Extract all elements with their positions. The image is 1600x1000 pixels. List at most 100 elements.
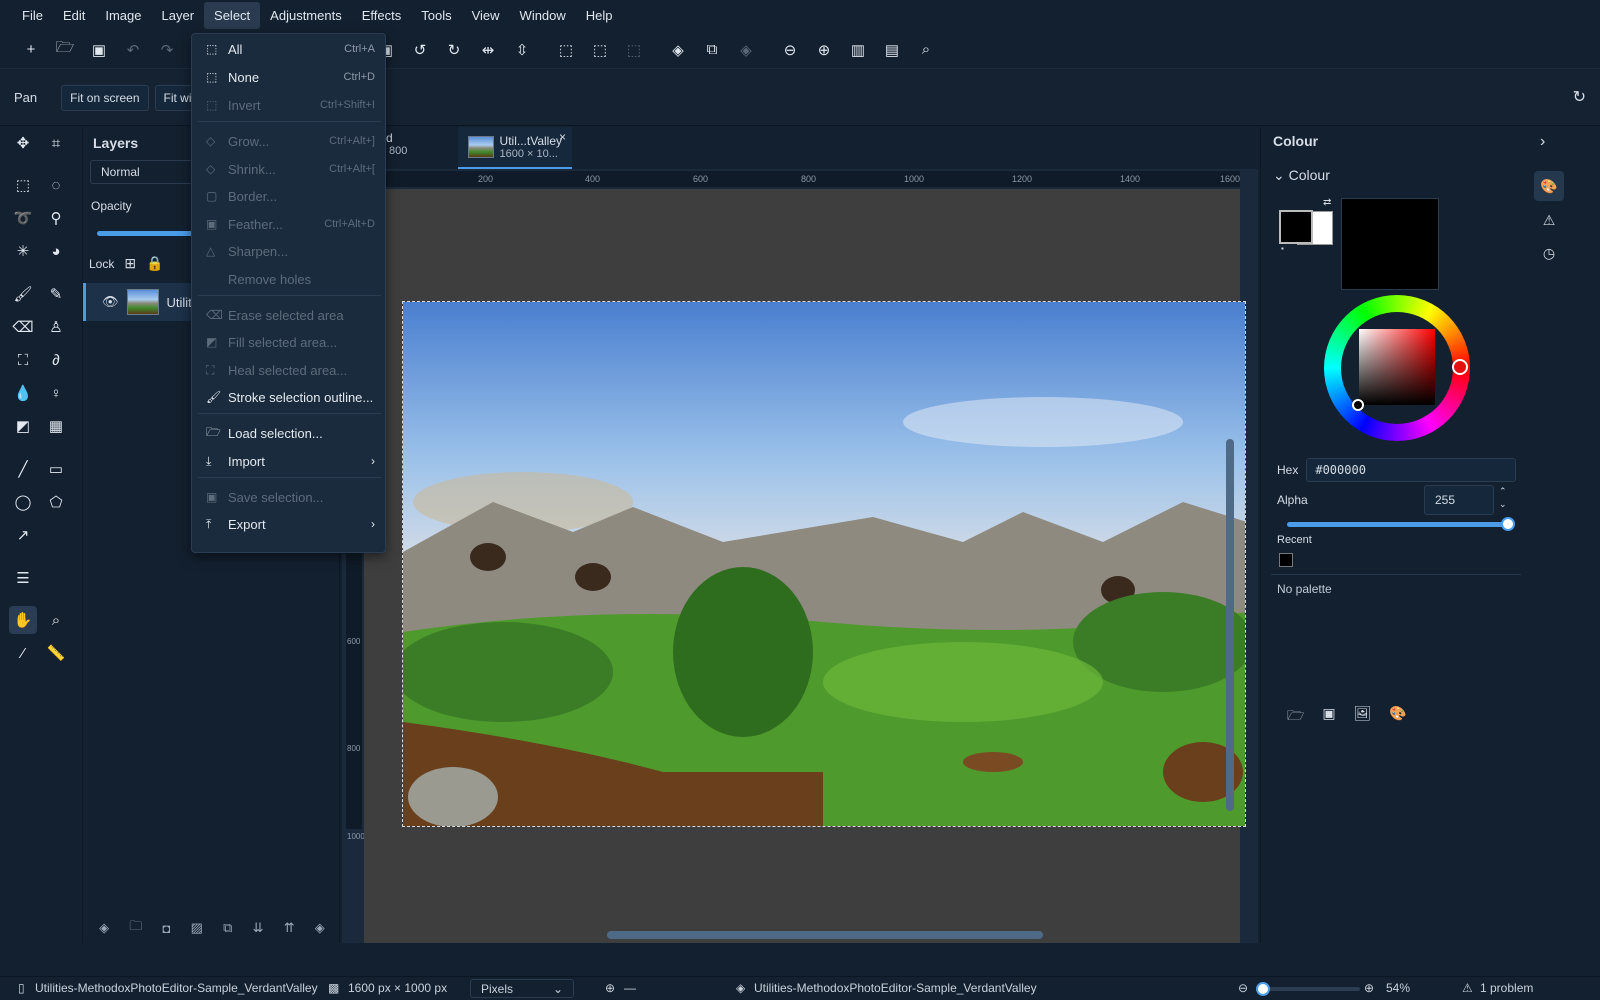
colour-history-grid[interactable] <box>1341 198 1439 290</box>
rotate-right-icon[interactable]: ↻ <box>437 35 471 65</box>
new-layer-icon[interactable]: ◈ <box>99 920 109 936</box>
colour-tab-icon[interactable]: 🎨 <box>1534 171 1564 201</box>
colour-select-icon[interactable]: ◕ <box>42 237 70 265</box>
rotate-left-icon[interactable]: ↺ <box>403 35 437 65</box>
save-palette-icon[interactable]: ▣ <box>1322 705 1335 729</box>
ellipse-select-icon[interactable]: ◌ <box>42 171 70 199</box>
menu-item-heal-selected[interactable]: ⛶ Heal selected area... <box>192 357 387 383</box>
dodge-icon[interactable]: ♀ <box>42 379 70 407</box>
flip-vertical-icon[interactable]: ⇳ <box>505 35 539 65</box>
select-all-icon[interactable]: ⬚ <box>549 35 583 65</box>
opacity-slider[interactable] <box>97 231 202 236</box>
canvas-image[interactable] <box>402 301 1246 827</box>
menu-edit[interactable]: Edit <box>53 2 95 29</box>
crop-tool-icon[interactable]: ⌗ <box>42 129 70 157</box>
collapse-panel-icon[interactable]: › <box>1540 133 1545 151</box>
clone-stamp-icon[interactable]: ♙ <box>42 313 70 341</box>
zoom-slider-handle[interactable] <box>1256 982 1270 996</box>
menu-select[interactable]: Select <box>204 2 261 29</box>
palette-from-image-icon[interactable]: 🖼 <box>1354 705 1372 729</box>
menu-item-border[interactable]: ▢ Border... <box>192 183 387 209</box>
menu-item-export[interactable]: ⤒ Export › <box>192 511 387 537</box>
colour-wheel[interactable] <box>1324 295 1470 441</box>
open-icon[interactable]: 🗁 <box>48 35 82 65</box>
line-icon[interactable]: ╱ <box>9 455 37 483</box>
lasso-icon[interactable]: ➰ <box>9 204 37 232</box>
eraser-icon[interactable]: ⌫ <box>9 313 37 341</box>
zoom-tool-icon[interactable]: ⌕ <box>42 606 70 634</box>
magic-wand-icon[interactable]: ✳ <box>9 237 37 265</box>
merge-down-icon[interactable]: ⇊ <box>253 920 264 936</box>
menu-item-erase-selected[interactable]: ⌫ Erase selected area <box>192 302 387 328</box>
move-tool-icon[interactable]: ✥ <box>9 129 37 157</box>
menu-item-feather[interactable]: ▣ Feather... Ctrl+Alt+D <box>192 211 387 237</box>
zoom-out-icon[interactable]: ⊖ <box>773 35 807 65</box>
mask-icon[interactable]: ◘ <box>163 921 171 936</box>
alpha-slider-handle[interactable] <box>1501 517 1515 531</box>
vertical-scrollbar[interactable] <box>1226 439 1234 811</box>
hue-handle[interactable] <box>1452 359 1468 375</box>
menu-item-stroke-outline[interactable]: 🖌 Stroke selection outline... <box>192 384 387 410</box>
arrow-icon[interactable]: ↗ <box>9 521 37 549</box>
rectangle-icon[interactable]: ▭ <box>42 455 70 483</box>
move-up-icon[interactable]: ⇈ <box>284 920 295 936</box>
menu-help[interactable]: Help <box>576 2 623 29</box>
rectangle-select-icon[interactable]: ⬚ <box>9 171 37 199</box>
ruler-icon[interactable]: 📏 <box>42 639 70 667</box>
gradient-icon[interactable]: ▦ <box>42 412 70 440</box>
menu-tools[interactable]: Tools <box>411 2 461 29</box>
reset-icon[interactable]: ↻ <box>1573 87 1586 107</box>
deselect-icon[interactable]: ⬚ <box>583 35 617 65</box>
hex-input[interactable]: #000000 <box>1306 458 1517 482</box>
alpha-slider[interactable] <box>1287 517 1515 531</box>
menu-file[interactable]: File <box>12 2 53 29</box>
invert-selection-icon[interactable]: ⬚ <box>617 35 651 65</box>
delete-layer-icon[interactable]: ◈ <box>315 920 325 936</box>
blur-icon[interactable]: 💧 <box>9 379 37 407</box>
primary-colour-swatch[interactable] <box>1279 210 1313 244</box>
undo-icon[interactable]: ↶ <box>116 35 150 65</box>
menu-item-fill-selected[interactable]: ◩ Fill selected area... <box>192 329 387 355</box>
history-tab-icon[interactable]: ◷ <box>1534 238 1564 268</box>
lock-all-icon[interactable]: 🔒 <box>146 255 163 272</box>
colour-section-header[interactable]: ⌄ Colour <box>1273 167 1528 184</box>
zoom-out-icon[interactable]: ⊖ <box>1238 981 1248 995</box>
menu-layer[interactable]: Layer <box>152 2 205 29</box>
fit-window-icon[interactable]: ▥ <box>841 35 875 65</box>
menu-item-save-selection[interactable]: ▣ Save selection... <box>192 484 387 510</box>
smudge-icon[interactable]: ∂ <box>42 346 70 374</box>
alpha-spinner[interactable]: ⌃ ⌄ <box>1499 485 1507 511</box>
merge-layer-icon[interactable]: ◈ <box>729 35 763 65</box>
horizontal-scrollbar[interactable] <box>607 931 1043 939</box>
redo-icon[interactable]: ↷ <box>150 35 184 65</box>
open-palette-icon[interactable]: 🗁 <box>1287 705 1304 729</box>
menu-adjustments[interactable]: Adjustments <box>260 2 352 29</box>
eyedropper-icon[interactable]: ⁄ <box>9 639 37 667</box>
polygon-icon[interactable]: ⬠ <box>42 488 70 516</box>
pan-tool-icon[interactable]: ✋ <box>9 606 37 634</box>
actual-size-icon[interactable]: ▤ <box>875 35 909 65</box>
new-group-icon[interactable]: 🗀 <box>129 917 142 939</box>
add-layer-icon[interactable]: ◈ <box>661 35 695 65</box>
palette-icon[interactable]: 🎨 <box>1389 705 1406 729</box>
menu-image[interactable]: Image <box>95 2 151 29</box>
reset-colours-icon[interactable]: ▪ <box>1281 244 1284 253</box>
menu-item-none[interactable]: ⬚ None Ctrl+D <box>192 64 387 90</box>
brush-icon[interactable]: 🖌 <box>9 280 37 308</box>
sv-handle[interactable] <box>1352 399 1364 411</box>
menu-item-sharpen[interactable]: △ Sharpen... <box>192 238 387 264</box>
flip-horizontal-icon[interactable]: ⇹ <box>471 35 505 65</box>
problems-tab-icon[interactable]: ⚠ <box>1534 205 1564 235</box>
ellipse-icon[interactable]: ◯ <box>9 488 37 516</box>
zoom-slider[interactable] <box>1256 982 1360 996</box>
new-icon[interactable]: + <box>14 35 48 65</box>
lock-transparency-icon[interactable]: ⊞ <box>124 255 136 272</box>
saturation-value-square[interactable] <box>1359 329 1435 405</box>
eye-icon[interactable]: 👁 <box>102 294 119 310</box>
units-select[interactable]: Pixels ⌄ <box>470 979 574 998</box>
duplicate-icon[interactable]: ⧉ <box>223 920 232 936</box>
menu-item-shrink[interactable]: ◇ Shrink... Ctrl+Alt+[ <box>192 156 387 182</box>
save-icon[interactable]: ▣ <box>82 35 116 65</box>
menu-item-grow[interactable]: ◇ Grow... Ctrl+Alt+] <box>192 128 387 154</box>
swap-colours-icon[interactable]: ⇄ <box>1323 197 1331 208</box>
